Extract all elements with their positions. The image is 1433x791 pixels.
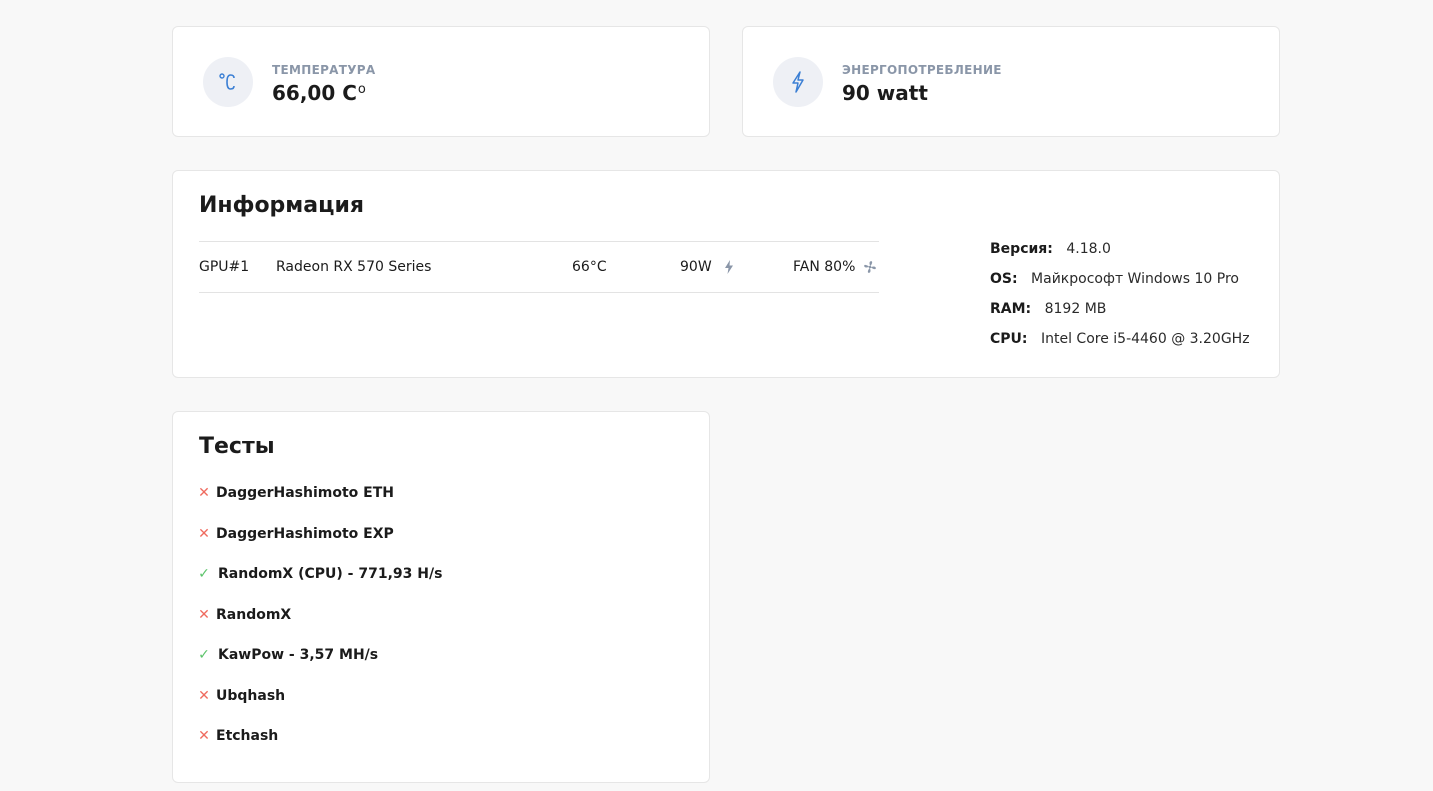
cross-icon: ✕	[198, 687, 210, 704]
check-icon: ✓	[198, 566, 210, 582]
version-value: 4.18.0	[1066, 241, 1111, 257]
temperature-card: ТЕМПЕРАТУРА 66,00 Cо	[172, 26, 710, 137]
gpu-name: Radeon RX 570 Series	[276, 259, 432, 275]
system-cpu-row: CPU: Intel Core i5-4460 @ 3.20GHz	[990, 329, 1250, 359]
test-item: ✓ KawPow - 3,57 MH/s	[197, 647, 442, 688]
temperature-value: 66,00 Cо	[272, 81, 366, 105]
power-label: ЭНЕРГОПОТРЕБЛЕНИЕ	[842, 63, 1002, 77]
test-label: Ubqhash	[216, 687, 286, 704]
cross-icon: ✕	[198, 485, 210, 501]
test-label: Etchash	[216, 728, 279, 744]
test-label: RandomX (CPU) - 771,93 H/s	[218, 566, 443, 582]
cpu-key: CPU:	[990, 331, 1028, 347]
test-item: ✓ RandomX (CPU) - 771,93 H/s	[197, 566, 442, 607]
tests-title: Тесты	[199, 434, 275, 459]
system-ram-row: RAM: 8192 MB	[990, 299, 1250, 329]
degree-symbol: о	[357, 82, 366, 97]
test-item: ✕ RandomX	[197, 607, 442, 648]
system-os-row: OS: Майкрософт Windows 10 Pro	[990, 269, 1250, 299]
cross-icon: ✕	[198, 728, 210, 744]
cross-icon: ✕	[198, 525, 210, 542]
gpu-power: 90W	[680, 259, 712, 275]
version-key: Версия:	[990, 241, 1053, 257]
ram-value: 8192 MB	[1044, 301, 1107, 317]
gpu-row: GPU#1 Radeon RX 570 Series 66°C 90W FAN …	[199, 241, 879, 293]
test-label: KawPow - 3,57 MH/s	[218, 647, 379, 663]
celsius-icon	[203, 57, 253, 107]
lightning-icon	[724, 260, 734, 278]
test-label: DaggerHashimoto ETH	[216, 485, 394, 501]
test-item: ✕ Etchash	[197, 728, 442, 769]
power-card: ЭНЕРГОПОТРЕБЛЕНИЕ 90 watt	[742, 26, 1280, 137]
test-item: ✕ DaggerHashimoto ETH	[197, 485, 442, 526]
tests-card: Тесты ✕ DaggerHashimoto ETH ✕ DaggerHashimo…	[172, 411, 710, 783]
lightning-icon	[773, 57, 823, 107]
power-value: 90 watt	[842, 81, 928, 105]
test-label: DaggerHashimoto EXP	[216, 525, 394, 542]
system-info: Версия: 4.18.0 OS: Майкрософт Windows 10…	[990, 239, 1250, 359]
system-version-row: Версия: 4.18.0	[990, 239, 1250, 269]
os-key: OS:	[990, 271, 1018, 287]
info-card: Информация GPU#1 Radeon RX 570 Series 66…	[172, 170, 1280, 378]
test-item: ✕ Ubqhash	[197, 688, 442, 729]
cross-icon: ✕	[198, 606, 210, 623]
ram-key: RAM:	[990, 301, 1032, 317]
os-value: Майкрософт Windows 10 Pro	[1031, 271, 1239, 287]
temperature-label: ТЕМПЕРАТУРА	[272, 63, 376, 77]
info-title: Информация	[199, 193, 364, 218]
tests-list: ✕ DaggerHashimoto ETH ✕ DaggerHashimoto EXP…	[197, 485, 442, 769]
test-label: RandomX	[216, 606, 292, 623]
gpu-fan: FAN 80%	[793, 259, 856, 275]
gpu-temperature: 66°C	[572, 259, 607, 275]
gpu-id: GPU#1	[199, 259, 250, 275]
test-item: ✕ DaggerHashimoto EXP	[197, 526, 442, 567]
check-icon: ✓	[198, 647, 210, 663]
cpu-value: Intel Core i5-4460 @ 3.20GHz	[1040, 331, 1250, 347]
fan-icon	[863, 260, 877, 278]
